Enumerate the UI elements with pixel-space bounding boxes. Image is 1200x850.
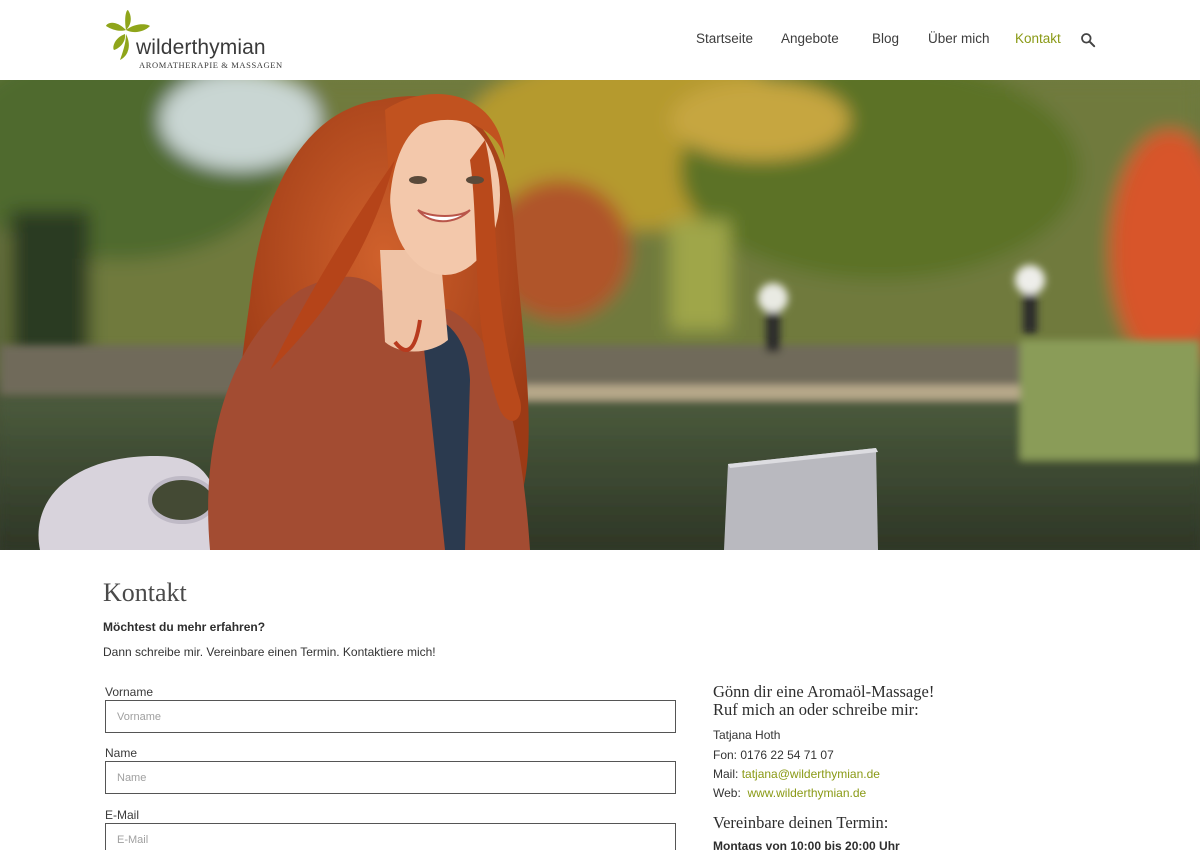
- intro-heading: Möchtest du mehr erfahren?: [103, 620, 266, 634]
- opening-hours: Montags von 10:00 bis 20:00 Uhr: [713, 839, 900, 850]
- logo-tagline: AROMATHERAPIE & MASSAGEN: [139, 60, 283, 70]
- website-link[interactable]: www.wilderthymian.de: [747, 786, 866, 800]
- phone-line: Fon: 0176 22 54 71 07: [713, 748, 834, 762]
- mail-label: Mail:: [713, 767, 739, 781]
- sidebar-heading-call: Ruf mich an oder schreibe mir:: [713, 700, 919, 719]
- main-navigation: Startseite Angebote Blog Über mich Konta…: [0, 31, 1200, 51]
- firstname-label: Vorname: [105, 685, 154, 699]
- sidebar-heading-massage: Gönn dir eine Aromaöl-Massage!: [713, 682, 935, 701]
- search-icon[interactable]: [1080, 32, 1096, 48]
- intro-text: Dann schreibe mir. Vereinbare einen Term…: [103, 645, 436, 659]
- nav-item-kontakt[interactable]: Kontakt: [1015, 31, 1061, 46]
- lastname-label: Name: [105, 746, 138, 760]
- contact-name: Tatjana Hoth: [713, 728, 781, 742]
- firstname-input[interactable]: [105, 700, 676, 733]
- nav-item-angebote[interactable]: Angebote: [781, 31, 839, 46]
- nav-item-startseite[interactable]: Startseite: [696, 31, 753, 46]
- page-title: Kontakt: [103, 578, 187, 607]
- mail-line: Mail: tatjana@wilderthymian.de: [713, 767, 880, 781]
- email-link[interactable]: tatjana@wilderthymian.de: [742, 767, 880, 781]
- nav-item-blog[interactable]: Blog: [872, 31, 899, 46]
- web-label: Web:: [713, 786, 741, 800]
- email-label: E-Mail: [105, 808, 140, 822]
- phone-number: 0176 22 54 71 07: [740, 748, 834, 762]
- appointment-heading: Vereinbare deinen Termin:: [713, 813, 889, 832]
- email-input[interactable]: [105, 823, 676, 850]
- site-header: wilderthymian AROMATHERAPIE & MASSAGEN S…: [0, 0, 1200, 80]
- phone-label: Fon:: [713, 748, 738, 762]
- web-line: Web: www.wilderthymian.de: [713, 786, 866, 800]
- hero-photo: [0, 80, 1200, 550]
- lastname-input[interactable]: [105, 761, 676, 794]
- nav-item-ueber-mich[interactable]: Über mich: [928, 31, 990, 46]
